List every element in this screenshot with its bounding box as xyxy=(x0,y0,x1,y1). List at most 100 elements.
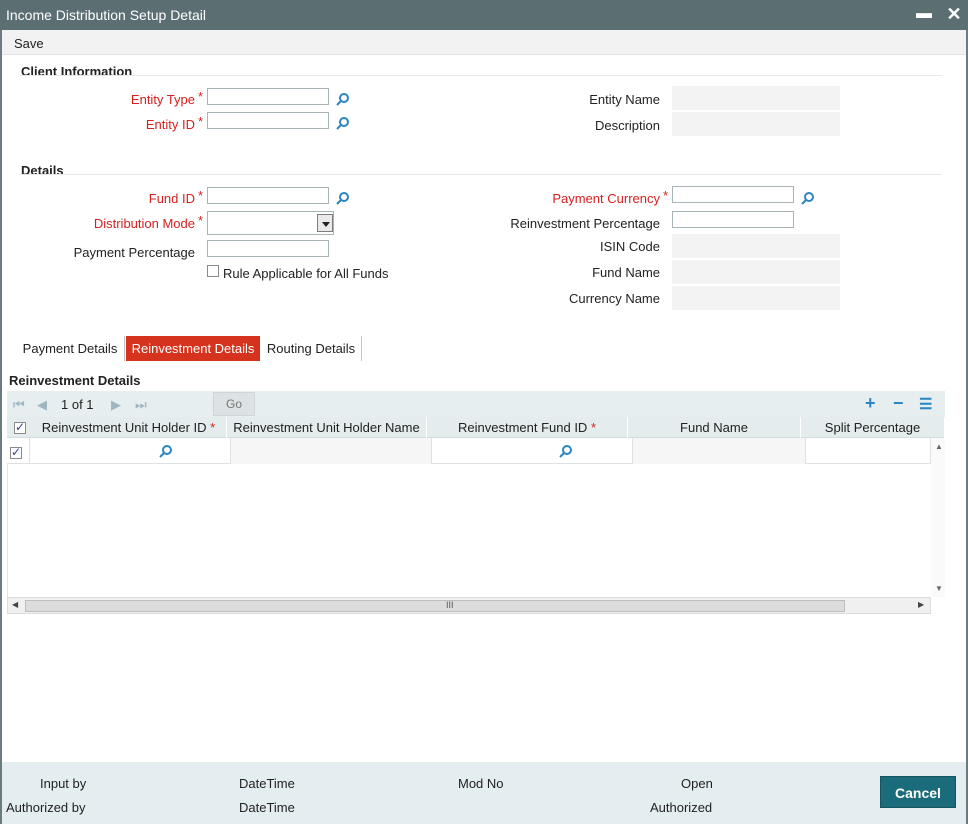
scroll-thumb[interactable]: III xyxy=(25,600,845,612)
pager-text: 1 of 1 xyxy=(61,397,94,412)
unit-holder-name-cell xyxy=(231,438,432,464)
column-header-label: Split Percentage xyxy=(824,420,921,435)
menu-bar: Save xyxy=(0,30,968,55)
entity-id-input[interactable] xyxy=(207,112,329,129)
add-row-icon[interactable]: + xyxy=(865,393,876,414)
description-field xyxy=(672,112,840,136)
column-header-label: Fund Name xyxy=(680,420,748,435)
column-header-fund-name[interactable]: Fund Name xyxy=(628,417,801,438)
horizontal-scrollbar[interactable]: ◀ III ▶ xyxy=(7,597,931,614)
distribution-mode-select[interactable] xyxy=(207,211,334,235)
table-row[interactable] xyxy=(7,438,931,464)
mod-no-label: Mod No xyxy=(458,776,504,791)
section-divider xyxy=(20,75,942,76)
authorized-status-label: Authorized xyxy=(650,800,713,815)
column-header-unit-holder-name[interactable]: Reinvestment Unit Holder Name xyxy=(227,417,427,438)
distribution-mode-label: Distribution Mode xyxy=(93,216,195,231)
input-datetime-label: DateTime xyxy=(239,776,295,791)
title-bar: Income Distribution Setup Detail ▬ ✕ xyxy=(0,0,968,30)
vertical-scrollbar[interactable]: ▲ ▼ xyxy=(931,438,945,597)
column-header-unit-holder-id[interactable]: Reinvestment Unit Holder ID * xyxy=(31,417,227,438)
tab-separator xyxy=(361,336,362,361)
fund-id-label: Fund ID xyxy=(148,191,195,206)
scroll-down-icon[interactable]: ▼ xyxy=(935,584,943,593)
previous-page-icon[interactable]: ◀ xyxy=(37,397,47,413)
scroll-right-icon[interactable]: ▶ xyxy=(918,600,924,609)
column-header-fund-id[interactable]: Reinvestment Fund ID * xyxy=(427,417,628,438)
scroll-left-icon[interactable]: ◀ xyxy=(12,600,18,609)
rule-applicable-checkbox[interactable] xyxy=(207,265,219,277)
next-page-icon[interactable]: ▶ xyxy=(111,397,121,413)
entity-id-lookup-icon[interactable] xyxy=(336,116,350,130)
entity-type-lookup-icon[interactable] xyxy=(336,92,350,106)
required-mark: * xyxy=(663,188,669,203)
payment-percentage-label: Payment Percentage xyxy=(73,245,195,260)
audit-footer: Input by Authorized by DateTime DateTime… xyxy=(2,762,966,824)
close-icon[interactable]: ✕ xyxy=(944,4,964,24)
required-mark: * xyxy=(210,420,216,435)
window-title: Income Distribution Setup Detail xyxy=(6,7,206,23)
column-header-label: Reinvestment Unit Holder Name xyxy=(233,420,420,435)
unit-holder-lookup-icon[interactable] xyxy=(159,444,173,458)
rule-applicable-label: Rule Applicable for All Funds xyxy=(223,266,389,281)
currency-name-field xyxy=(672,286,840,310)
column-header-label: Reinvestment Unit Holder ID xyxy=(41,420,207,435)
reinvestment-percentage-label: Reinvestment Percentage xyxy=(510,216,660,231)
section-divider xyxy=(20,174,942,175)
tab-reinvestment-details[interactable]: Reinvestment Details xyxy=(126,336,260,361)
select-all-checkbox[interactable] xyxy=(14,420,26,434)
fund-id-lookup-icon[interactable] xyxy=(336,191,350,205)
payment-currency-input[interactable] xyxy=(672,186,794,203)
input-by-label: Input by xyxy=(40,776,87,791)
go-button[interactable]: Go xyxy=(213,392,255,416)
details-heading: Details xyxy=(21,163,64,178)
fund-id-cell[interactable] xyxy=(432,438,633,464)
row-select-cell xyxy=(7,438,30,464)
fund-id-input[interactable] xyxy=(207,187,329,204)
entity-name-label: Entity Name xyxy=(589,92,660,107)
open-status-label: Open xyxy=(681,776,713,791)
column-header-split-percentage[interactable]: Split Percentage xyxy=(801,417,945,438)
reinvestment-percentage-input[interactable] xyxy=(672,211,794,228)
window-frame-left xyxy=(0,30,2,824)
description-label: Description xyxy=(594,118,660,133)
unit-holder-id-cell[interactable] xyxy=(30,438,231,464)
tab-routing-details[interactable]: Routing Details xyxy=(260,336,362,361)
fund-id-row-lookup-icon[interactable] xyxy=(559,444,573,458)
reinvestment-details-heading: Reinvestment Details xyxy=(9,373,141,388)
tab-payment-details[interactable]: Payment Details xyxy=(16,336,124,361)
currency-name-label: Currency Name xyxy=(568,291,660,306)
entity-type-label: Entity Type xyxy=(130,92,195,107)
payment-currency-label: Payment Currency xyxy=(552,191,660,206)
isin-code-label: ISIN Code xyxy=(600,239,660,254)
scroll-grip: III xyxy=(446,600,454,610)
isin-code-field xyxy=(672,234,840,258)
column-header-label: Reinvestment Fund ID xyxy=(457,420,588,435)
split-percentage-cell[interactable] xyxy=(806,438,931,464)
grid-header: Reinvestment Unit Holder ID * Reinvestme… xyxy=(7,417,945,438)
fund-name-field xyxy=(672,260,840,284)
first-page-icon[interactable]: ⏮ xyxy=(13,397,25,413)
save-button[interactable]: Save xyxy=(14,36,44,51)
fund-name-cell xyxy=(633,438,806,464)
required-mark: * xyxy=(198,213,204,228)
minimize-icon[interactable]: ▬ xyxy=(914,4,934,24)
list-view-icon[interactable]: ☰ xyxy=(919,395,932,413)
required-mark: * xyxy=(198,114,204,129)
authorized-by-label: Authorized by xyxy=(6,800,86,815)
grid-toolbar: ⏮ ◀ 1 of 1 ▶ ⏭ Go + − ☰ xyxy=(7,391,945,417)
payment-percentage-input[interactable] xyxy=(207,240,329,257)
required-mark: * xyxy=(590,420,597,435)
tab-separator xyxy=(124,336,125,361)
delete-row-icon[interactable]: − xyxy=(893,393,904,414)
entity-name-field xyxy=(672,86,840,110)
payment-currency-lookup-icon[interactable] xyxy=(801,191,815,205)
scroll-up-icon[interactable]: ▲ xyxy=(935,442,943,451)
cancel-button[interactable]: Cancel xyxy=(880,776,956,808)
chevron-down-icon[interactable] xyxy=(317,214,333,232)
required-mark: * xyxy=(198,188,204,203)
fund-name-label: Fund Name xyxy=(592,265,660,280)
last-page-icon[interactable]: ⏭ xyxy=(135,397,147,413)
entity-id-label: Entity ID xyxy=(145,117,195,132)
entity-type-input[interactable] xyxy=(207,88,329,105)
